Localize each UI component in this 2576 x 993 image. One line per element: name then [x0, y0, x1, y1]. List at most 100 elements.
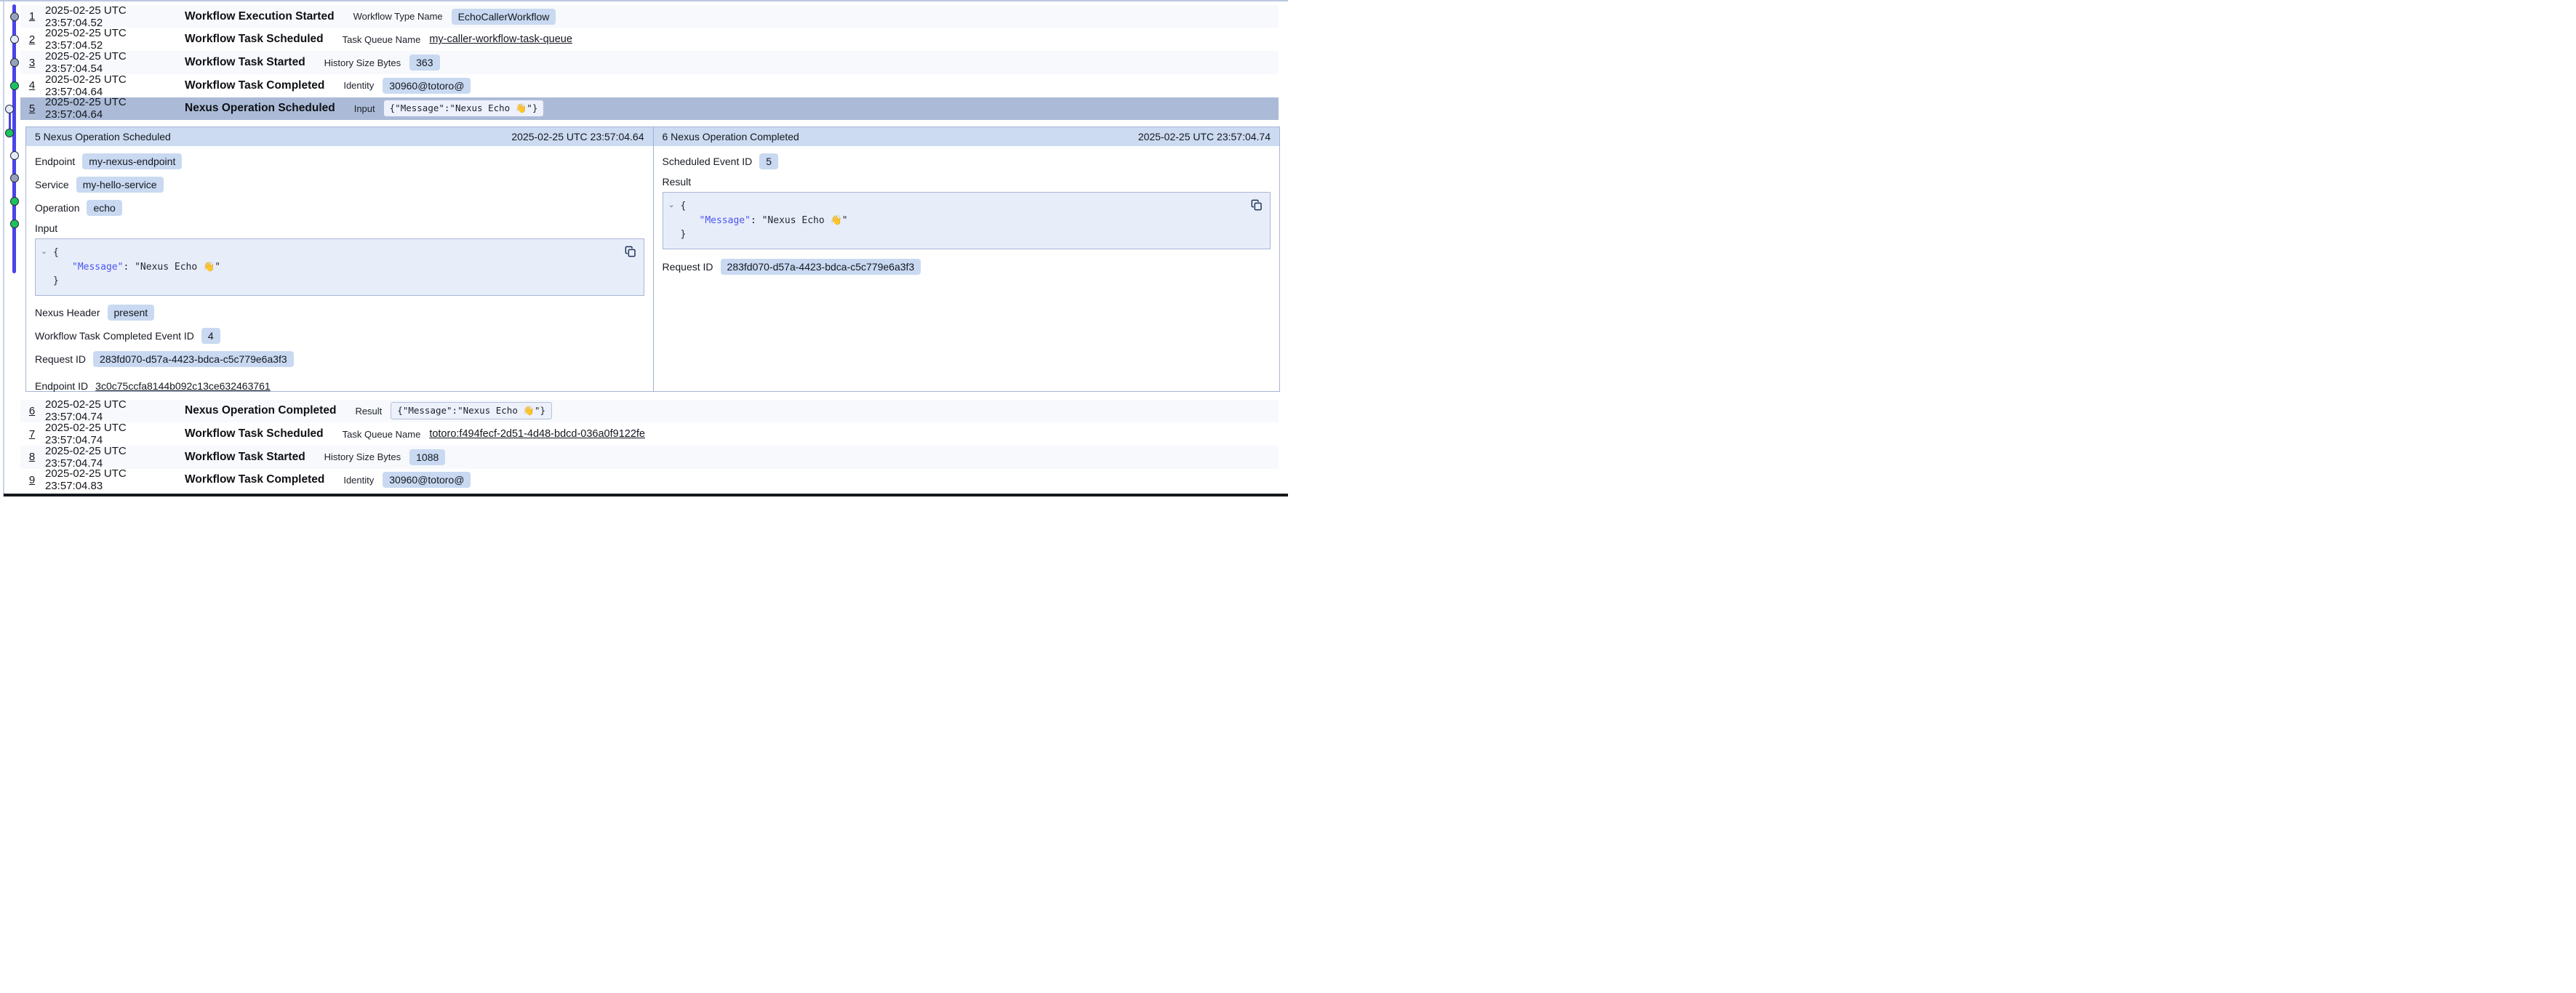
event-name: Workflow Task Scheduled: [185, 33, 324, 46]
event-timestamp: 2025-02-25 UTC 23:57:04.83: [45, 467, 185, 492]
task-queue-link[interactable]: my-caller-workflow-task-queue: [429, 33, 572, 45]
endpoint-badge: my-nexus-endpoint: [82, 153, 182, 169]
identity-badge: 30960@totoro@: [383, 472, 471, 488]
event-id-link[interactable]: 4: [26, 79, 38, 92]
copy-icon[interactable]: [1249, 197, 1264, 213]
event-id-link[interactable]: 2: [26, 33, 38, 46]
event-id-link[interactable]: 8: [26, 451, 38, 463]
event-row-2[interactable]: 2 2025-02-25 UTC 23:57:04.52 Workflow Ta…: [20, 28, 1279, 52]
timeline-dot-event-7[interactable]: [10, 151, 19, 160]
event-row-5-selected[interactable]: 5 2025-02-25 UTC 23:57:04.64 Nexus Opera…: [20, 97, 1279, 121]
event-name: Workflow Task Completed: [185, 79, 324, 92]
event-timestamp: 2025-02-25 UTC 23:57:04.74: [45, 422, 185, 446]
timeline-dot-event-1[interactable]: [10, 12, 19, 21]
event-name: Workflow Task Started: [185, 56, 305, 69]
json-line: {: [53, 246, 636, 260]
timeline-dot-event-4[interactable]: [10, 81, 19, 90]
event-row-7[interactable]: 7 2025-02-25 UTC 23:57:04.74 Workflow Ta…: [20, 422, 1279, 446]
timeline-line: [12, 4, 16, 273]
result-json-viewer: ⌄ { "Message": "Nexus Echo 👋" }: [663, 192, 1271, 249]
result-section-label: Result: [663, 176, 1271, 188]
event-timestamp: 2025-02-25 UTC 23:57:04.52: [45, 27, 185, 52]
field-label: Scheduled Event ID: [663, 156, 753, 167]
field-label: Nexus Header: [35, 307, 100, 318]
field-label: Service: [35, 179, 69, 190]
event-row-4[interactable]: 4 2025-02-25 UTC 23:57:04.64 Workflow Ta…: [20, 74, 1279, 97]
event-detail-label: Workflow Type Name: [353, 11, 443, 22]
wtc-event-id-badge: 4: [201, 328, 220, 344]
timeline-dot-event-10[interactable]: [10, 220, 19, 228]
panel-body: Scheduled Event ID 5 Result ⌄ { "Message…: [654, 146, 1280, 391]
field-label: Endpoint: [35, 156, 75, 167]
timeline-dot-event-5[interactable]: [5, 105, 14, 113]
event-detail-label: Task Queue Name: [343, 34, 421, 45]
event-timestamp: 2025-02-25 UTC 23:57:04.64: [45, 96, 185, 121]
event-timestamp: 2025-02-25 UTC 23:57:04.64: [45, 73, 185, 98]
service-field: Service my-hello-service: [35, 176, 644, 193]
nexus-header-field: Nexus Header present: [35, 305, 644, 321]
event-detail-panels: 5 Nexus Operation Scheduled 2025-02-25 U…: [25, 126, 1280, 392]
input-section-label: Input: [35, 222, 644, 234]
event-name: Workflow Task Scheduled: [185, 427, 324, 441]
timeline-dot-event-9[interactable]: [10, 197, 19, 206]
timeline-dot-event-8[interactable]: [10, 174, 19, 182]
timeline-dot-event-2[interactable]: [10, 35, 19, 44]
event-row-9[interactable]: 9 2025-02-25 UTC 23:57:04.83 Workflow Ta…: [20, 469, 1279, 492]
event-name: Nexus Operation Scheduled: [185, 102, 335, 115]
event-detail-label: Identity: [343, 80, 374, 91]
field-label: Request ID: [35, 353, 86, 365]
json-line: }: [681, 228, 1263, 242]
event-detail-label: History Size Bytes: [324, 57, 401, 68]
json-line: }: [53, 274, 636, 289]
event-detail-label: Identity: [343, 475, 374, 486]
event-id-link[interactable]: 5: [26, 102, 38, 115]
panel-timestamp: 2025-02-25 UTC 23:57:04.64: [511, 131, 644, 142]
event-timestamp: 2025-02-25 UTC 23:57:04.52: [45, 4, 185, 29]
service-badge: my-hello-service: [76, 177, 164, 193]
event-timestamp: 2025-02-25 UTC 23:57:04.54: [45, 50, 185, 75]
field-label: Operation: [35, 202, 79, 214]
event-timestamp: 2025-02-25 UTC 23:57:04.74: [45, 445, 185, 470]
panel-body: Endpoint my-nexus-endpoint Service my-he…: [26, 146, 653, 408]
field-label: Endpoint ID: [35, 380, 88, 392]
request-id-field: Request ID 283fd070-d57a-4423-bdca-c5c77…: [663, 259, 1271, 276]
workflow-event-history: 1 2025-02-25 UTC 23:57:04.52 Workflow Ex…: [0, 0, 1288, 496]
event-name: Workflow Execution Started: [185, 10, 335, 23]
identity-badge: 30960@totoro@: [383, 78, 471, 94]
request-id-badge: 283fd070-d57a-4423-bdca-c5c779e6a3f3: [93, 351, 294, 367]
panel-header: 6 Nexus Operation Completed 2025-02-25 U…: [654, 127, 1280, 146]
panel-timestamp: 2025-02-25 UTC 23:57:04.74: [1138, 131, 1271, 142]
task-queue-link[interactable]: totoro:f494fecf-2d51-4d48-bdcd-036a0f912…: [429, 428, 645, 440]
panel-title: 6 Nexus Operation Completed: [663, 131, 799, 142]
wtc-event-id-field: Workflow Task Completed Event ID 4: [35, 328, 644, 345]
event-detail-label: Input: [354, 103, 375, 114]
endpoint-id-link[interactable]: 3c0c75ccfa8144b092c13ce632463761: [95, 380, 271, 392]
event-timeline-rail: [0, 1, 20, 496]
operation-badge: echo: [87, 200, 121, 216]
history-size-badge: 363: [409, 55, 439, 71]
event-detail-label: History Size Bytes: [324, 451, 401, 462]
field-label: Workflow Task Completed Event ID: [35, 330, 194, 342]
copy-icon[interactable]: [623, 244, 638, 260]
event-name: Workflow Task Completed: [185, 473, 324, 486]
timeline-dot-event-6[interactable]: [5, 129, 14, 137]
event-name: Workflow Task Started: [185, 451, 305, 464]
nexus-operation-completed-panel: 6 Nexus Operation Completed 2025-02-25 U…: [653, 127, 1280, 391]
panel-title: 5 Nexus Operation Scheduled: [35, 131, 171, 142]
json-line: "Message": "Nexus Echo 👋": [681, 214, 1263, 228]
operation-field: Operation echo: [35, 199, 644, 216]
nexus-operation-scheduled-panel: 5 Nexus Operation Scheduled 2025-02-25 U…: [26, 127, 653, 391]
collapse-chevron-icon[interactable]: ⌄: [41, 246, 47, 258]
event-id-link[interactable]: 9: [26, 474, 38, 486]
event-detail-label: Task Queue Name: [343, 429, 421, 440]
event-id-link[interactable]: 1: [26, 10, 38, 23]
event-row-1[interactable]: 1 2025-02-25 UTC 23:57:04.52 Workflow Ex…: [20, 5, 1279, 28]
collapse-chevron-icon[interactable]: ⌄: [668, 199, 675, 212]
event-id-link[interactable]: 7: [26, 428, 38, 441]
event-id-link[interactable]: 3: [26, 57, 38, 69]
scheduled-event-id-badge: 5: [759, 153, 778, 169]
event-row-3[interactable]: 3 2025-02-25 UTC 23:57:04.54 Workflow Ta…: [20, 51, 1279, 74]
event-row-8[interactable]: 8 2025-02-25 UTC 23:57:04.74 Workflow Ta…: [20, 446, 1279, 469]
timeline-dot-event-3[interactable]: [10, 58, 19, 67]
request-id-badge: 283fd070-d57a-4423-bdca-c5c779e6a3f3: [721, 259, 921, 275]
